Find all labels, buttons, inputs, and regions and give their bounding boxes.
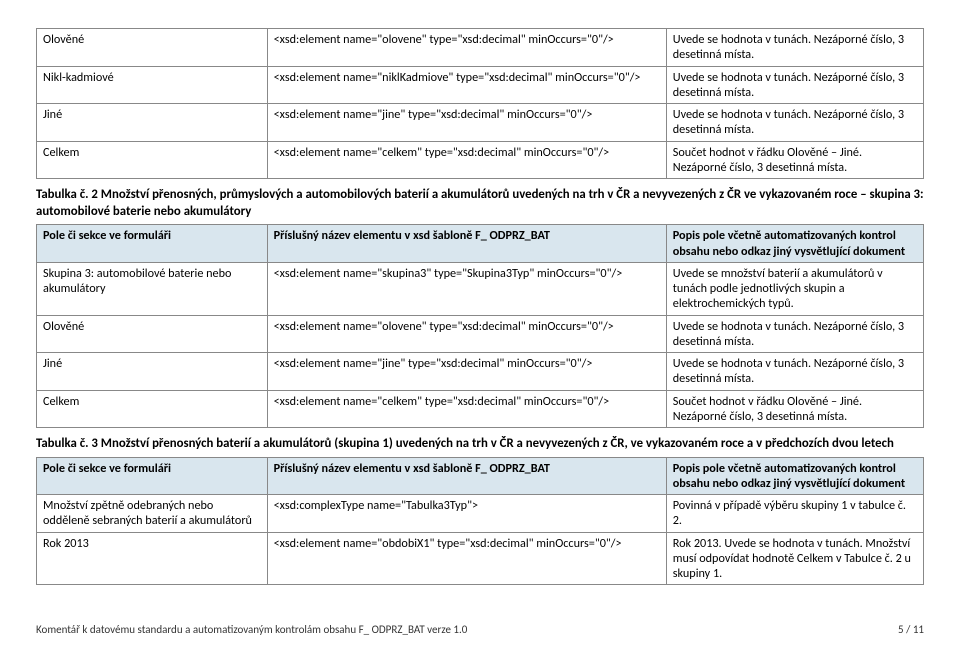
cell-field: Olověné	[37, 315, 268, 353]
cell-field: Jiné	[37, 353, 268, 391]
table-row: Množství zpětně odebraných nebo odděleně…	[37, 495, 924, 533]
cell-field: Celkem	[37, 141, 268, 179]
cell-element: <xsd:element name="celkem" type="xsd:dec…	[267, 141, 666, 179]
table-header-row: Pole či sekce ve formuláři Příslušný náz…	[37, 225, 924, 263]
cell-field: Jiné	[37, 104, 268, 142]
table-row: Celkem <xsd:element name="celkem" type="…	[37, 141, 924, 179]
cell-field: Olověné	[37, 29, 268, 67]
cell-element: <xsd:element name="niklKadmiove" type="x…	[267, 66, 666, 104]
table-row: Jiné <xsd:element name="jine" type="xsd:…	[37, 104, 924, 142]
table2: Pole či sekce ve formuláři Příslušný náz…	[36, 224, 924, 428]
cell-desc: Uvede se hodnota v tunách. Nezáporné čís…	[666, 315, 923, 353]
th-field: Pole či sekce ve formuláři	[37, 225, 268, 263]
cell-desc: Uvede se hodnota v tunách. Nezáporné čís…	[666, 66, 923, 104]
table3: Pole či sekce ve formuláři Příslušný náz…	[36, 457, 924, 586]
th-desc: Popis pole včetně automatizovaných kontr…	[666, 457, 923, 495]
table-row: Celkem <xsd:element name="celkem" type="…	[37, 390, 924, 428]
th-desc: Popis pole včetně automatizovaných kontr…	[666, 225, 923, 263]
th-field: Pole či sekce ve formuláři	[37, 457, 268, 495]
cell-desc: Povinná v případě výběru skupiny 1 v tab…	[666, 495, 923, 533]
cell-element: <xsd:element name="celkem" type="xsd:dec…	[267, 390, 666, 428]
th-element: Příslušný název elementu v xsd šabloně F…	[267, 457, 666, 495]
cell-field: Nikl-kadmiové	[37, 66, 268, 104]
cell-field: Rok 2013	[37, 532, 268, 585]
cell-element: <xsd:element name="skupina3" type="Skupi…	[267, 262, 666, 315]
cell-desc: Uvede se hodnota v tunách. Nezáporné čís…	[666, 353, 923, 391]
cell-element: <xsd:element name="jine" type="xsd:decim…	[267, 353, 666, 391]
table-row: Olověné <xsd:element name="olovene" type…	[37, 29, 924, 67]
cell-element: <xsd:element name="obdobiX1" type="xsd:d…	[267, 532, 666, 585]
cell-element: <xsd:element name="olovene" type="xsd:de…	[267, 315, 666, 353]
cell-desc: Součet hodnot v řádku Olověné – Jiné. Ne…	[666, 390, 923, 428]
table-header-row: Pole či sekce ve formuláři Příslušný náz…	[37, 457, 924, 495]
section3-title: Tabulka č. 3 Množství přenosných baterií…	[36, 436, 924, 453]
table-row: Rok 2013 <xsd:element name="obdobiX1" ty…	[37, 532, 924, 585]
cell-element: <xsd:element name="jine" type="xsd:decim…	[267, 104, 666, 142]
cell-desc: Uvede se hodnota v tunách. Nezáporné čís…	[666, 104, 923, 142]
table-row: Olověné <xsd:element name="olovene" type…	[37, 315, 924, 353]
cell-desc: Uvede se množství baterií a akumulátorů …	[666, 262, 923, 315]
cell-field: Skupina 3: automobilové baterie nebo aku…	[37, 262, 268, 315]
cell-element: <xsd:element name="olovene" type="xsd:de…	[267, 29, 666, 67]
footer-page: 5 / 11	[898, 623, 924, 636]
cell-field: Množství zpětně odebraných nebo odděleně…	[37, 495, 268, 533]
page-footer: Komentář k datovému standardu a automati…	[36, 623, 924, 636]
cell-field: Celkem	[37, 390, 268, 428]
cell-element: <xsd:complexType name="Tabulka3Typ">	[267, 495, 666, 533]
cell-desc: Součet hodnot v řádku Olověné – Jiné. Ne…	[666, 141, 923, 179]
cell-desc: Uvede se hodnota v tunách. Nezáporné čís…	[666, 29, 923, 67]
table-row: Jiné <xsd:element name="jine" type="xsd:…	[37, 353, 924, 391]
table-row: Skupina 3: automobilové baterie nebo aku…	[37, 262, 924, 315]
footer-left: Komentář k datovému standardu a automati…	[36, 623, 467, 636]
table-row: Nikl-kadmiové <xsd:element name="niklKad…	[37, 66, 924, 104]
cell-desc: Rok 2013. Uvede se hodnota v tunách. Mno…	[666, 532, 923, 585]
th-element: Příslušný název elementu v xsd šabloně F…	[267, 225, 666, 263]
table1-tail: Olověné <xsd:element name="olovene" type…	[36, 28, 924, 179]
section2-title: Tabulka č. 2 Množství přenosných, průmys…	[36, 187, 924, 220]
